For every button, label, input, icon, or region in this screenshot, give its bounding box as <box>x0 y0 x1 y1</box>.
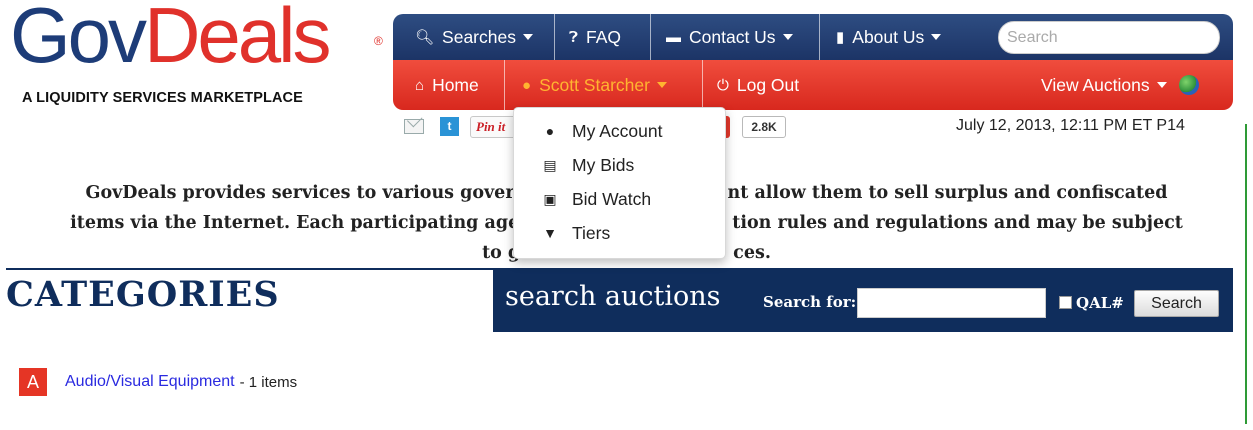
category-letter-badge: A <box>19 368 47 396</box>
nav-about-us[interactable]: ▮ About Us <box>836 14 942 60</box>
nav-contact-us[interactable]: ▬ Contact Us <box>666 14 793 60</box>
comment-icon: ▬ <box>666 28 681 46</box>
menu-item-tiers[interactable]: ▼ Tiers <box>514 216 727 250</box>
menu-item-label: Tiers <box>572 222 611 243</box>
search-auctions-title: search auctions <box>505 281 721 312</box>
menu-item-my-account[interactable]: ● My Account <box>514 114 727 148</box>
category-link[interactable]: Audio/Visual Equipment <box>65 373 235 391</box>
logo-tagline: A LIQUIDITY SERVICES MARKETPLACE <box>22 90 303 106</box>
question-icon: ❓︎ <box>569 28 579 46</box>
search-icon: 🔍︎ <box>415 29 435 46</box>
nav-view-auctions-label: View Auctions <box>1041 74 1150 95</box>
govdeals-logo[interactable]: GovDeals ® A LIQUIDITY SERVICES MARKETPL… <box>8 0 388 110</box>
logo-gov: Gov <box>10 0 147 79</box>
book-icon: ▮ <box>836 29 845 46</box>
page-edge-border <box>1245 124 1247 424</box>
nav-faq[interactable]: ❓︎ FAQ <box>569 14 621 60</box>
camera-icon: ▣ <box>543 190 557 207</box>
search-for-label: Search for: <box>763 293 857 311</box>
categories-rule <box>6 268 493 270</box>
user-icon: ● <box>522 76 532 94</box>
menu-item-label: My Account <box>572 120 663 141</box>
nav-searches-label: Searches <box>442 26 516 47</box>
menu-item-label: My Bids <box>572 154 635 175</box>
user-icon: ● <box>545 123 555 139</box>
nav-about-label: About Us <box>852 26 925 47</box>
caret-down-icon <box>1156 82 1167 88</box>
search-auctions-button[interactable]: Search <box>1134 290 1219 317</box>
nav-divider <box>650 14 651 60</box>
nav-divider <box>702 60 703 110</box>
intro-line3b: ces. <box>733 243 771 263</box>
intro-line2: items via the Internet. Each participati… <box>70 213 520 233</box>
categories-title: CATEGORIES <box>6 274 280 315</box>
filter-icon: ▼ <box>543 225 557 241</box>
nav-divider <box>819 14 820 60</box>
nav-user-menu[interactable]: ● Scott Starcher <box>522 60 667 110</box>
menu-item-label: Bid Watch <box>572 188 652 209</box>
date-time: July 12, 2013, 12:11 PM ET P14 <box>956 117 1185 134</box>
site-search-input[interactable] <box>998 21 1220 54</box>
qal-label: QAL# <box>1076 294 1124 312</box>
user-nav-bar: ⌂ Home ● Scott Starcher ⏻ Log Out View A… <box>393 60 1233 110</box>
caret-down-icon <box>931 34 942 40</box>
globe-icon <box>1178 75 1199 95</box>
user-dropdown-menu: ● My Account ▤ My Bids ▣ Bid Watch ▼ Tie… <box>513 107 726 259</box>
intro-line1b: nt allow them to sell surplus and confis… <box>727 183 1168 203</box>
nav-logout-label: Log Out <box>736 74 800 95</box>
nav-home-label: Home <box>432 74 479 95</box>
logo-wordmark: GovDeals <box>10 0 331 74</box>
intro-line1: GovDeals provides services to various go… <box>85 183 515 203</box>
power-icon: ⏻ <box>717 76 729 94</box>
cart-icon: ▤ <box>543 156 557 173</box>
qal-checkbox[interactable] <box>1059 296 1072 309</box>
search-auctions-panel: search auctions Search for: QAL# Search <box>493 268 1233 332</box>
category-row: A Audio/Visual Equipment - 1 items <box>19 368 297 396</box>
menu-item-my-bids[interactable]: ▤ My Bids <box>514 148 727 182</box>
nav-divider <box>504 60 505 110</box>
nav-home[interactable]: ⌂ Home <box>415 60 479 110</box>
home-icon: ⌂ <box>415 76 425 94</box>
logo-registered-mark: ® <box>374 34 383 48</box>
intro-line2b: tion rules and regulations and may be su… <box>732 213 1183 233</box>
nav-contact-label: Contact Us <box>689 26 776 47</box>
nav-divider <box>554 14 555 60</box>
share-count: 2.8K <box>742 116 786 138</box>
caret-down-icon <box>782 34 793 40</box>
top-nav-bar: 🔍︎ Searches ❓︎ FAQ ▬ Contact Us ▮ About … <box>393 14 1233 60</box>
search-for-input[interactable] <box>857 288 1046 318</box>
nav-logout[interactable]: ⏻ Log Out <box>717 60 799 110</box>
nav-view-auctions[interactable]: View Auctions <box>1041 60 1199 110</box>
category-count: - 1 items <box>239 373 298 391</box>
caret-down-icon <box>656 82 667 88</box>
email-share-icon[interactable] <box>404 119 424 134</box>
menu-item-bid-watch[interactable]: ▣ Bid Watch <box>514 182 727 216</box>
nav-faq-label: FAQ <box>586 26 622 47</box>
nav-searches[interactable]: 🔍︎ Searches <box>415 14 533 60</box>
caret-down-icon <box>522 34 533 40</box>
twitter-icon[interactable]: t <box>440 117 459 136</box>
logo-deals: Deals <box>144 0 331 79</box>
nav-user-label: Scott Starcher <box>539 74 650 95</box>
